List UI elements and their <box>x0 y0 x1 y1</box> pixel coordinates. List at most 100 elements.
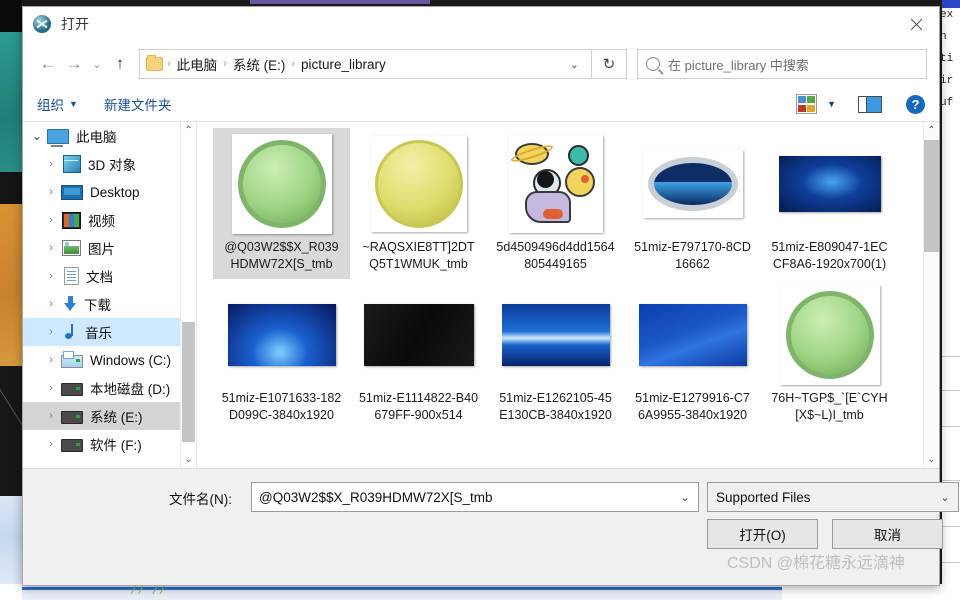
file-grid: @Q03W2$$X_R039HDMW72X[S_tmb ~RAQSXIE8TT]2… <box>213 128 923 430</box>
file-tile[interactable]: 51miz-E1071633-182D099C-3840x1920 <box>213 279 350 430</box>
breadcrumb-separator-0: › <box>167 58 171 70</box>
file-name-label: 51miz-E1114822-B40679FF-900x514 <box>358 391 479 422</box>
bg-left-dark <box>0 366 22 496</box>
sidebar-item-label: Desktop <box>90 184 140 200</box>
file-tile[interactable]: 51miz-E1114822-B40679FF-900x514 <box>350 279 487 430</box>
sidebar-item-9[interactable]: › 本地磁盘 (D:) <box>23 374 196 402</box>
file-scroll-down-icon[interactable]: ⌄ <box>924 451 939 468</box>
sidebar-item-0[interactable]: ⌄ 此电脑 <box>23 122 196 150</box>
bg-left-black-mid <box>0 172 22 204</box>
file-tile[interactable]: ~RAQSXIE8TT]2DTQ5T1WMUK_tmb <box>350 128 487 279</box>
new-folder-button[interactable]: 新建文件夹 <box>104 94 172 114</box>
sidebar-item-label: 3D 对象 <box>88 158 137 173</box>
chevron-right-icon[interactable]: › <box>41 298 61 310</box>
file-thumbnail-wrap <box>361 283 477 387</box>
chevron-right-icon[interactable]: › <box>41 382 61 394</box>
search-input[interactable]: 在 picture_library 中搜索 <box>637 49 927 79</box>
file-tile[interactable]: 51miz-E1262105-45E130CB-3840x1920 <box>487 279 624 430</box>
breadcrumb-separator-1: › <box>223 58 227 70</box>
navigation-tree: ⌄ 此电脑 › 3D 对象 › Desktop › 视频 › 图片 › 文档 › 下载 › 音乐 › Window… <box>23 122 196 468</box>
chevron-right-icon[interactable]: › <box>41 158 61 170</box>
up-button[interactable]: ↑ <box>107 50 133 78</box>
filetype-select[interactable]: Supported Files ⌄ <box>707 482 959 512</box>
new-folder-label: 新建文件夹 <box>103 98 172 113</box>
chevron-right-icon[interactable]: › <box>41 270 61 282</box>
file-list-pane[interactable]: @Q03W2$$X_R039HDMW72X[S_tmb ~RAQSXIE8TT]2… <box>197 122 939 468</box>
file-tile[interactable]: 51miz-E1279916-C76A9955-3840x1920 <box>624 279 761 430</box>
file-tile[interactable]: 51miz-E809047-1ECCF8A6-1920x700(1) <box>761 128 898 279</box>
file-scroll-thumb[interactable] <box>924 140 939 252</box>
file-name-label: 51miz-E1279916-C76A9955-3840x1920 <box>635 391 750 422</box>
open-file-dialog: 打开 ← → ⌄ ↑ › 此电脑 › 系统 (E:) › picture_lib… <box>22 6 959 586</box>
recent-locations-button[interactable]: ⌄ <box>87 50 107 78</box>
desktop-icon <box>61 185 83 200</box>
view-caret-icon[interactable]: ▼ <box>827 99 836 109</box>
filetype-caret-icon[interactable]: ⌄ <box>932 491 958 504</box>
filename-label: 文件名(N): <box>169 492 232 507</box>
close-button[interactable] <box>893 7 939 41</box>
dialog-footer: 文件名(N): @Q03W2$$X_R039HDMW72X[S_tmb ⌄ Su… <box>23 469 959 585</box>
back-button[interactable]: ← <box>35 50 61 78</box>
bg-top-accent <box>250 0 430 4</box>
breadcrumb-item-0[interactable]: 此电脑 <box>173 54 222 74</box>
preview-pane-icon[interactable] <box>858 95 882 113</box>
file-thumbnail <box>501 304 610 366</box>
chevron-right-icon[interactable]: › <box>41 214 61 226</box>
sidebar-scrollbar[interactable]: ⌃ ⌄ <box>180 122 196 468</box>
sidebar-item-label: 文档 <box>86 270 113 285</box>
sidebar-item-4[interactable]: › 图片 <box>23 234 196 262</box>
sidebar-item-10[interactable]: › 系统 (E:) <box>23 402 196 430</box>
open-button[interactable]: 打开(O) <box>707 519 818 549</box>
filename-dropdown-icon[interactable]: ⌄ <box>672 491 698 504</box>
chevron-right-icon[interactable]: › <box>41 410 61 422</box>
sidebar-item-1[interactable]: › 3D 对象 <box>23 150 196 178</box>
sidebar-item-2[interactable]: › Desktop <box>23 178 196 206</box>
help-icon[interactable]: ? <box>906 94 925 114</box>
drive-icon <box>61 439 83 452</box>
breadcrumb-item-2[interactable]: picture_library <box>297 57 390 72</box>
file-tile[interactable]: @Q03W2$$X_R039HDMW72X[S_tmb <box>213 128 350 279</box>
organize-button[interactable]: 组织 ▼ <box>37 94 78 114</box>
command-bar: 组织 ▼ 新建文件夹 ▼ ? <box>23 87 939 122</box>
forward-button[interactable]: → <box>61 50 87 78</box>
bg-left-teal <box>0 32 22 172</box>
pictures-icon <box>62 240 81 256</box>
file-name-label: ~RAQSXIE8TT]2DTQ5T1WMUK_tmb <box>362 240 475 271</box>
3d-objects-icon <box>63 155 81 173</box>
drive-icon <box>61 383 83 396</box>
chevron-right-icon[interactable]: › <box>41 438 61 450</box>
sidebar-scroll-up-icon[interactable]: ⌃ <box>181 122 196 139</box>
breadcrumb-item-1[interactable]: 系统 (E:) <box>229 54 290 74</box>
address-bar[interactable]: › 此电脑 › 系统 (E:) › picture_library ⌄ <box>139 49 592 79</box>
chevron-right-icon[interactable]: › <box>41 354 61 366</box>
filename-input[interactable]: @Q03W2$$X_R039HDMW72X[S_tmb ⌄ <box>251 482 699 512</box>
file-tile[interactable]: 76H~TGP$_`[E`CYH[X$~L)I_tmb <box>761 279 898 430</box>
sidebar-item-5[interactable]: › 文档 <box>23 262 196 290</box>
sidebar-item-3[interactable]: › 视频 <box>23 206 196 234</box>
file-thumbnail-wrap <box>635 132 751 236</box>
chevron-right-icon[interactable]: › <box>41 186 61 198</box>
sidebar-item-11[interactable]: › 软件 (F:) <box>23 430 196 458</box>
sidebar-item-6[interactable]: › 下载 <box>23 290 196 318</box>
file-scroll-up-icon[interactable]: ⌃ <box>924 122 939 139</box>
sidebar-item-7[interactable]: › 音乐 <box>23 318 196 346</box>
cancel-button[interactable]: 取消 <box>832 519 943 549</box>
refresh-icon: ↻ <box>602 56 616 73</box>
address-dropdown-icon[interactable]: ⌄ <box>564 58 585 71</box>
file-scrollbar[interactable]: ⌃ ⌄ <box>923 122 939 468</box>
sidebar-scroll-down-icon[interactable]: ⌄ <box>181 451 196 468</box>
file-tile[interactable]: 51miz-E797170-8CD16662 <box>624 128 761 279</box>
file-thumbnail-wrap <box>361 132 477 236</box>
chevron-right-icon[interactable]: › <box>41 326 61 338</box>
sidebar-item-8[interactable]: › Windows (C:) <box>23 346 196 374</box>
view-tiles-icon[interactable] <box>796 94 818 114</box>
file-tile[interactable]: 5d4509496d4dd1564805449165 <box>487 128 624 279</box>
file-name-label: @Q03W2$$X_R039HDMW72X[S_tmb <box>224 240 339 271</box>
sidebar-item-label: 视频 <box>88 214 115 229</box>
chevron-right-icon[interactable]: › <box>41 242 61 254</box>
refresh-button[interactable]: ↻ <box>592 49 627 79</box>
filename-value[interactable]: @Q03W2$$X_R039HDMW72X[S_tmb <box>252 490 672 505</box>
chevron-down-icon[interactable]: ⌄ <box>27 129 47 143</box>
file-name-label: 5d4509496d4dd1564805449165 <box>496 240 615 271</box>
sidebar-scroll-thumb[interactable] <box>182 322 195 442</box>
